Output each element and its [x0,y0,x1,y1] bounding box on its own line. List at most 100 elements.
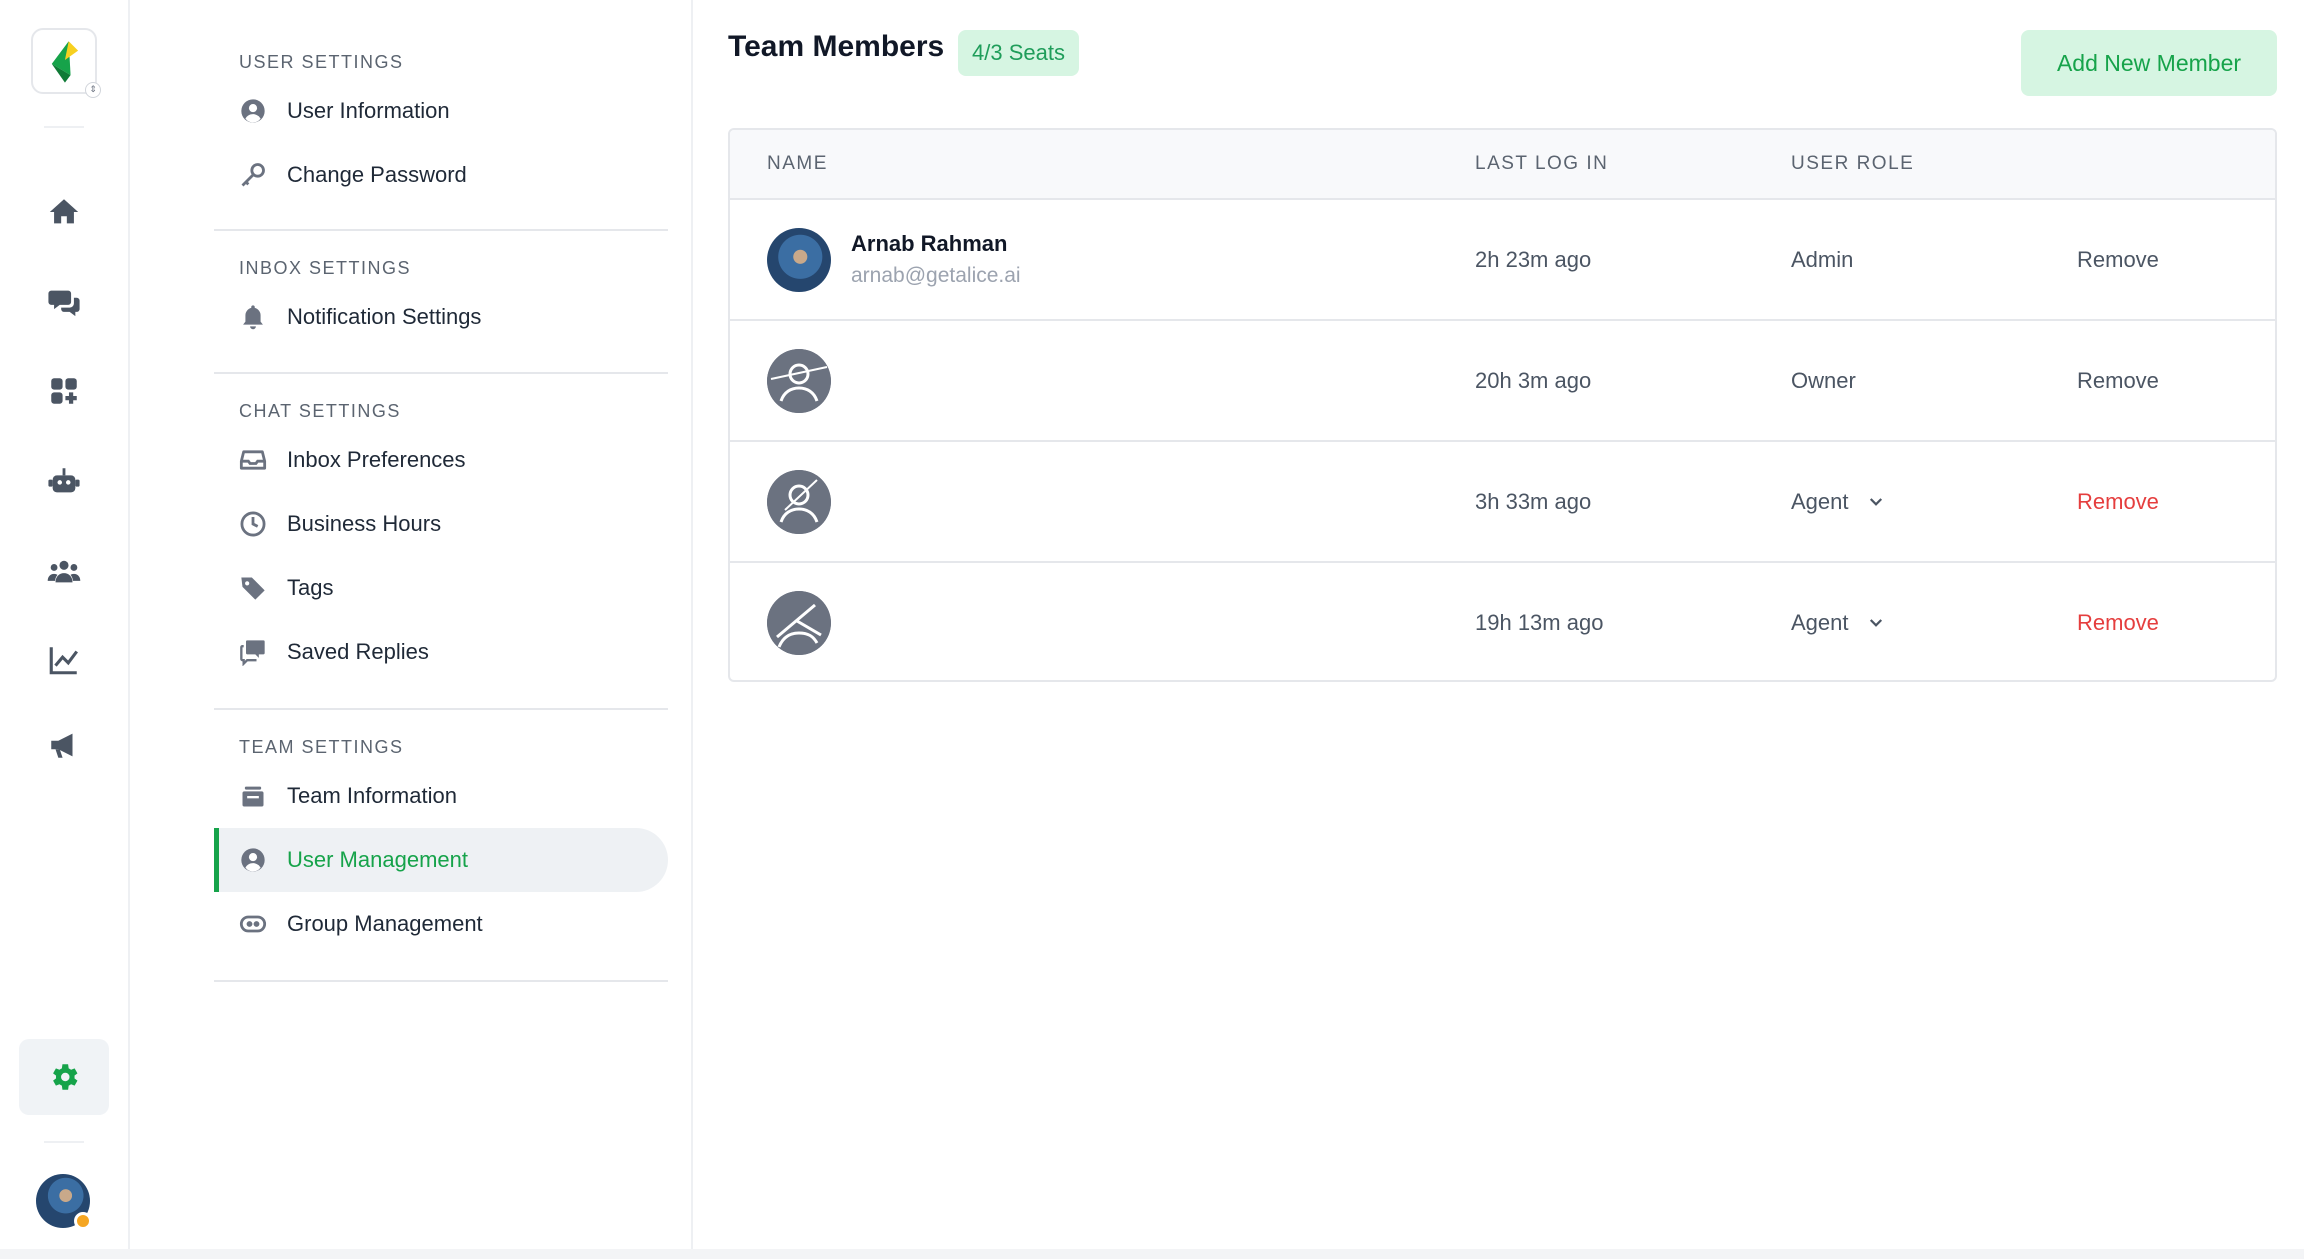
section-heading: INBOX SETTINGS [239,258,412,278]
icon-rail: ⇕ [0,0,130,1249]
team-members-table: NAME LAST LOG IN USER ROLE Arnab Rahman … [728,128,2277,682]
saved-replies-icon [240,640,265,666]
menu-item-saved-replies[interactable]: Saved Replies [214,620,668,684]
workspace-logo[interactable]: ⇕ [31,28,101,98]
apps-icon [51,378,77,404]
menu-item-user-management[interactable]: User Management [214,828,668,892]
member-avatar [767,349,831,413]
table-row: 20h 3m ago Owner Remove [730,321,2275,442]
menu-item-change-password[interactable]: Change Password [214,143,668,207]
menu-item-label: Inbox Preferences [287,447,466,472]
gear-icon [53,1064,78,1090]
menu-item-notification-settings[interactable]: Notification Settings [214,285,668,349]
user-avatar[interactable] [36,1174,92,1230]
user-settings-section: USER SETTINGS User Information Change Pa… [214,47,668,207]
clock-icon [240,511,266,537]
inbox-tray-icon [239,450,267,470]
menu-item-label: Tags [287,575,334,600]
default-avatar-icon [767,470,831,534]
menu-item-tags[interactable]: Tags [214,556,668,620]
key-icon [241,163,265,187]
menu-item-inbox-preferences[interactable]: Inbox Preferences [214,428,668,492]
role-dropdown-value: Agent [1791,488,1849,514]
rail-bot-button[interactable] [19,443,109,519]
default-avatar-icon [767,349,831,413]
chat-settings-section: CHAT SETTINGS Inbox Preferences Business… [214,396,668,684]
menu-divider [214,708,668,710]
team-card-icon [242,786,264,807]
table-row: 19h 13m ago Agent Remove [730,563,2275,680]
window-bottom-edge [0,1249,2304,1259]
member-identity: Arnab Rahman arnab@getalice.ai [851,228,1021,292]
rail-apps-button[interactable] [19,353,109,429]
member-avatar [767,228,831,292]
chevron-down-icon [1869,497,1882,506]
menu-item-business-hours[interactable]: Business Hours [214,492,668,556]
member-email: arnab@getalice.ai [851,264,1021,287]
table-row: 3h 33m ago Agent Remove [730,442,2275,563]
rail-broadcast-button[interactable] [19,707,109,783]
megaphone-icon [51,733,73,758]
member-avatar [767,591,831,655]
inbox-settings-section: INBOX SETTINGS Notification Settings [214,253,668,349]
rail-divider [44,1141,84,1143]
menu-divider [214,980,668,982]
menu-item-label: Group Management [287,911,483,936]
default-avatar-icon [767,591,831,655]
tag-icon [241,577,265,600]
user-circle-icon [241,99,265,123]
home-icon [49,199,79,224]
chevron-down-icon [1869,618,1882,627]
rail-settings-button[interactable] [19,1039,109,1115]
member-avatar [767,470,831,534]
section-heading: TEAM SETTINGS [239,737,404,757]
column-header-last-login: LAST LOG IN [1475,153,1609,174]
table-row: Arnab Rahman arnab@getalice.ai 2h 23m ag… [730,200,2275,321]
rail-inbox-button[interactable] [19,264,109,340]
bot-icon [48,468,80,493]
menu-item-user-information[interactable]: User Information [214,79,668,143]
rail-divider [44,126,84,128]
role-dropdown[interactable]: Agent [1791,563,1885,680]
member-role: Owner [1791,367,1856,393]
menu-divider [214,229,668,231]
menu-item-group-management[interactable]: Group Management [214,892,668,956]
menu-item-team-information[interactable]: Team Information [214,764,668,828]
menu-item-label: Team Information [287,783,457,808]
column-header-name: NAME [767,153,828,174]
team-settings-section: TEAM SETTINGS Team Information User Mana… [214,732,668,956]
member-name: Arnab Rahman [851,231,1008,256]
rail-home-button[interactable] [19,174,109,250]
menu-divider [214,372,668,374]
team-icon [47,560,81,583]
user-circle-icon [241,848,265,872]
table-header: NAME LAST LOG IN USER ROLE [730,130,2275,200]
page-title: Team Members [728,30,945,63]
menu-item-label: Saved Replies [287,639,429,664]
analytics-icon [49,647,78,675]
menu-item-label: Notification Settings [287,304,482,329]
remove-member-button: Remove [2077,246,2159,272]
remove-member-button[interactable]: Remove [2077,563,2159,680]
menu-item-label: Business Hours [287,511,442,536]
status-indicator [74,1212,92,1230]
main-content: Team Members 4/3 Seats Add New Member NA… [693,0,2304,1249]
menu-item-label: User Management [287,847,468,872]
role-dropdown[interactable]: Agent [1791,442,1885,561]
menu-item-label: Change Password [287,162,467,187]
member-last-login: 19h 13m ago [1475,609,1604,635]
menu-item-label: User Information [287,98,450,123]
seats-badge: 4/3 Seats [958,30,1079,76]
remove-member-button: Remove [2077,367,2159,393]
group-icon [239,915,267,933]
workspace-switch-icon[interactable]: ⇕ [85,82,101,98]
rail-team-button[interactable] [19,533,109,609]
remove-member-button[interactable]: Remove [2077,442,2159,561]
chat-icon [48,290,80,317]
add-new-member-button[interactable]: Add New Member [2021,30,2277,96]
column-header-user-role: USER ROLE [1791,153,1915,174]
settings-menu: USER SETTINGS User Information Change Pa… [130,0,693,1249]
section-heading: USER SETTINGS [239,52,404,72]
section-heading: CHAT SETTINGS [239,401,401,421]
rail-analytics-button[interactable] [19,622,109,698]
